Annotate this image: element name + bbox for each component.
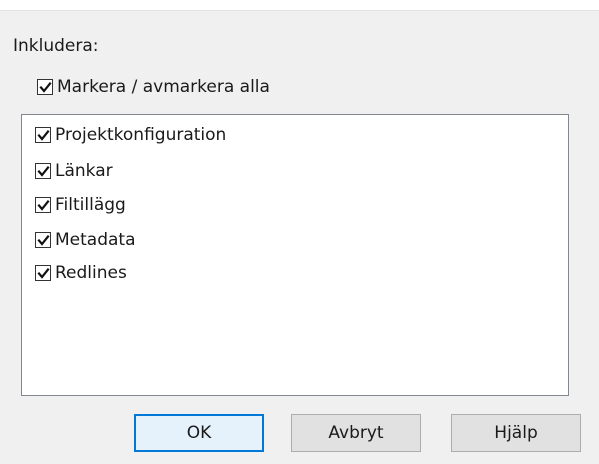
checkmark-icon (39, 81, 52, 93)
help-label-start: H (494, 423, 508, 443)
cancel-button[interactable]: Avbryt (291, 414, 421, 452)
ok-button-label: OK (186, 423, 212, 443)
export-dialog: Inkludera: Markera / avmarkera alla Proj… (0, 0, 599, 464)
include-label: Inkludera: (13, 36, 99, 56)
cancel-button-label: Avbryt (328, 423, 384, 443)
select-all-checkbox[interactable] (37, 79, 53, 95)
list-item-filtillagg[interactable]: Filtillägg (35, 194, 126, 216)
checkmark-icon (37, 234, 50, 246)
filtillagg-checkbox[interactable] (35, 197, 51, 213)
list-item-redlines[interactable]: Redlines (35, 262, 127, 284)
list-item-label: Metadata (55, 230, 136, 250)
metadata-checkbox[interactable] (35, 232, 51, 248)
help-button[interactable]: Hjälp (451, 414, 581, 452)
select-all-checkbox-row[interactable]: Markera / avmarkera alla (37, 76, 270, 98)
ok-button[interactable]: OK (134, 414, 264, 452)
lankar-checkbox[interactable] (35, 163, 51, 179)
include-items-list[interactable]: Projektkonfiguration Länkar Filtillägg M… (21, 114, 569, 396)
dialog-top-strip (0, 0, 599, 11)
checkmark-icon (37, 199, 50, 211)
projektkonfiguration-checkbox[interactable] (35, 127, 51, 143)
select-all-label: Markera / avmarkera alla (57, 77, 270, 97)
help-label-end: älp (511, 423, 538, 443)
checkmark-icon (37, 165, 50, 177)
help-button-label: Hjälp (494, 423, 537, 443)
list-item-label: Redlines (55, 263, 127, 283)
checkmark-icon (37, 267, 50, 279)
checkmark-icon (37, 129, 50, 141)
redlines-checkbox[interactable] (35, 265, 51, 281)
list-item-label: Projektkonfiguration (55, 125, 227, 145)
list-item-lankar[interactable]: Länkar (35, 160, 113, 182)
list-item-label: Filtillägg (55, 195, 126, 215)
list-item-metadata[interactable]: Metadata (35, 229, 136, 251)
list-item-label: Länkar (55, 161, 113, 181)
list-item-projektkonfiguration[interactable]: Projektkonfiguration (35, 124, 226, 146)
